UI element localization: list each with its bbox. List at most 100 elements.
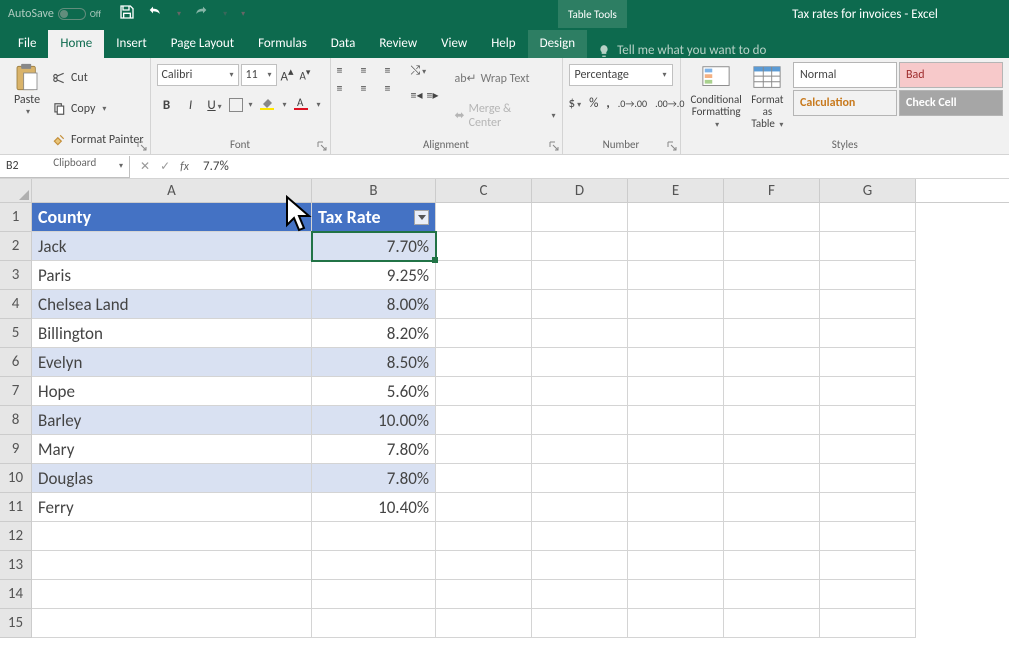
comma-format-button[interactable]: , <box>606 96 609 111</box>
cell[interactable]: Chelsea Land <box>32 290 312 319</box>
row-header[interactable]: 4 <box>0 290 32 319</box>
cell[interactable] <box>436 319 532 348</box>
style-checkcell[interactable]: Check Cell <box>899 90 1003 116</box>
cell[interactable] <box>436 551 532 580</box>
col-header-a[interactable]: A <box>32 179 312 202</box>
row-header[interactable]: 12 <box>0 522 32 551</box>
cell[interactable]: 7.80% <box>312 464 436 493</box>
cell[interactable]: Paris <box>32 261 312 290</box>
cell[interactable] <box>724 377 820 406</box>
row-header[interactable]: 3 <box>0 261 32 290</box>
cell[interactable] <box>436 290 532 319</box>
border-dropdown-icon[interactable]: ▾ <box>247 100 253 110</box>
row-header[interactable]: 9 <box>0 435 32 464</box>
worksheet-grid[interactable]: A B C D E F G 1CountyTax Rate2Jack7.70%3… <box>0 179 1009 638</box>
cell[interactable] <box>724 464 820 493</box>
percent-format-button[interactable]: % <box>589 96 598 111</box>
autosave-toggle[interactable]: AutoSave Off <box>0 7 109 21</box>
cell[interactable] <box>724 319 820 348</box>
dialog-launcher-icon[interactable] <box>549 141 559 151</box>
tell-me-search[interactable]: Tell me what you want to do <box>587 43 776 58</box>
cell[interactable]: Ferry <box>32 493 312 522</box>
cell[interactable] <box>32 522 312 551</box>
cell[interactable] <box>820 435 916 464</box>
col-header-c[interactable]: C <box>436 179 532 202</box>
font-name-combo[interactable]: Calibri▾ <box>157 64 239 86</box>
bold-button[interactable]: B <box>157 98 177 113</box>
fx-icon[interactable]: fx <box>180 160 199 174</box>
accounting-format-button[interactable]: $▾ <box>569 96 582 111</box>
cell[interactable] <box>820 348 916 377</box>
fontcolor-dropdown-icon[interactable]: ▾ <box>315 100 321 110</box>
fill-dropdown-icon[interactable]: ▾ <box>281 100 287 110</box>
col-header-f[interactable]: F <box>724 179 820 202</box>
cell[interactable] <box>628 319 724 348</box>
cell[interactable] <box>312 522 436 551</box>
style-calculation[interactable]: Calculation <box>793 90 897 116</box>
row-header[interactable]: 10 <box>0 464 32 493</box>
tab-file[interactable]: File <box>6 30 48 58</box>
cell[interactable] <box>820 203 916 232</box>
cell[interactable] <box>436 406 532 435</box>
cell[interactable] <box>436 348 532 377</box>
underline-button[interactable]: U▾ <box>205 98 225 113</box>
cell[interactable] <box>724 203 820 232</box>
format-as-table-button[interactable]: Format as Table ▾ <box>746 60 789 136</box>
cell[interactable] <box>628 406 724 435</box>
cell[interactable] <box>436 493 532 522</box>
enter-formula-button[interactable]: ✓ <box>160 159 170 174</box>
fill-color-button[interactable] <box>257 96 277 114</box>
conditional-formatting-button[interactable]: Conditional Formatting ▾ <box>687 60 746 136</box>
row-header[interactable]: 15 <box>0 609 32 638</box>
cut-button[interactable]: Cut <box>52 63 144 92</box>
cell[interactable] <box>724 522 820 551</box>
cell[interactable] <box>532 609 628 638</box>
cell[interactable] <box>532 493 628 522</box>
col-header-b[interactable]: B <box>312 179 436 202</box>
cell[interactable] <box>724 609 820 638</box>
cell[interactable] <box>724 551 820 580</box>
cell[interactable] <box>724 406 820 435</box>
cell[interactable] <box>532 435 628 464</box>
increase-indent-button[interactable]: ≡▸ <box>427 88 439 103</box>
cell[interactable] <box>532 464 628 493</box>
tab-home[interactable]: Home <box>48 30 104 58</box>
align-center-button[interactable]: ≡ <box>361 82 381 96</box>
cell[interactable]: 8.00% <box>312 290 436 319</box>
format-painter-button[interactable]: Format Painter <box>52 125 144 154</box>
tab-insert[interactable]: Insert <box>104 30 159 58</box>
cell[interactable] <box>436 377 532 406</box>
cell[interactable] <box>724 580 820 609</box>
shrink-font-button[interactable]: A▾ <box>297 67 312 83</box>
cell[interactable] <box>628 435 724 464</box>
decrease-indent-button[interactable]: ≡◂ <box>411 88 423 103</box>
cell[interactable] <box>820 290 916 319</box>
row-header[interactable]: 11 <box>0 493 32 522</box>
cell[interactable] <box>436 522 532 551</box>
cell[interactable] <box>820 551 916 580</box>
cell[interactable] <box>628 580 724 609</box>
undo-icon[interactable] <box>147 4 163 24</box>
row-header[interactable]: 13 <box>0 551 32 580</box>
italic-button[interactable]: I <box>181 98 201 113</box>
tab-formulas[interactable]: Formulas <box>246 30 319 58</box>
cell[interactable] <box>820 522 916 551</box>
cell[interactable] <box>628 203 724 232</box>
cell[interactable] <box>436 435 532 464</box>
row-header[interactable]: 6 <box>0 348 32 377</box>
orientation-button[interactable]: ⤭▾ <box>411 64 439 78</box>
row-header[interactable]: 5 <box>0 319 32 348</box>
grow-font-button[interactable]: A▴ <box>279 65 296 84</box>
tab-design[interactable]: Design <box>528 30 587 58</box>
align-right-button[interactable]: ≡ <box>385 82 405 96</box>
cell[interactable]: Tax Rate <box>312 203 436 232</box>
cell[interactable]: County <box>32 203 312 232</box>
cell[interactable]: Hope <box>32 377 312 406</box>
cell[interactable] <box>724 435 820 464</box>
cell[interactable] <box>436 203 532 232</box>
tab-view[interactable]: View <box>429 30 479 58</box>
cell[interactable] <box>628 348 724 377</box>
style-bad[interactable]: Bad <box>899 62 1003 88</box>
tab-help[interactable]: Help <box>479 30 527 58</box>
active-cell[interactable]: 7.70% <box>312 232 436 261</box>
